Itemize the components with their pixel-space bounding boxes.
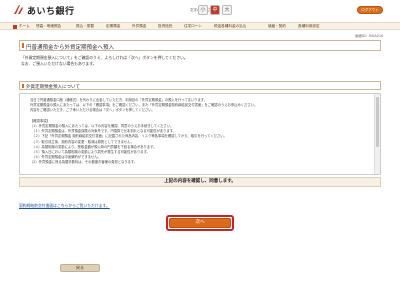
fontsize-medium-button[interactable]: 中 <box>210 5 220 15</box>
header: あいち銀行 文字の大きさ 小 中 大 ログアウト <box>0 0 400 22</box>
intro-line-2: なお、ご預入いただけない場合もあります。 <box>21 61 97 66</box>
nav-item-investment-trust[interactable]: 投資信託 <box>158 24 172 29</box>
screen-id: 画面ID：BGA010 <box>355 34 384 38</box>
consent-statement: 上記の内容を確認し、同意します。 <box>19 177 381 187</box>
section-title: 外貨定期預金預入について <box>26 84 80 90</box>
nav-item-contracts[interactable]: 諸届・契約 <box>268 24 286 29</box>
next-button[interactable]: 次へ <box>169 218 231 228</box>
terms-line: （2）外貨預金に係る為替手数料は、その都度お客様の負担となります。 <box>30 160 138 165</box>
bank-logo-icon <box>14 5 23 14</box>
nav-item-tax-payment[interactable]: 税金各種料金の払込 <box>214 24 246 29</box>
fontsize-large-button[interactable]: 大 <box>222 5 232 15</box>
fontsize-small-button[interactable]: 小 <box>198 5 208 15</box>
nav-item-time-deposit[interactable]: 定期預金 <box>106 24 120 29</box>
home-icon[interactable] <box>13 24 17 29</box>
back-button[interactable]: 戻る <box>60 264 100 272</box>
pdf-document-link[interactable]: 契約締結前交付書面はこちらからご覧いただけます。 <box>19 203 110 209</box>
page-title-box: 円普通預金から外貨定期預金へ預入 <box>19 40 381 51</box>
section-header: 外貨定期預金預入について <box>19 81 381 90</box>
terms-content: 当日で円普通預金口座（通帳式）を代わりに出金していただき、利用目の「外貨定期預金… <box>30 98 366 166</box>
section-accent-bar <box>22 84 24 88</box>
nav-item-balance[interactable]: 残高・明細照会 <box>36 24 61 29</box>
nav-item-foreign-deposit[interactable]: 外貨預金 <box>132 24 146 29</box>
bank-logo-text: あいち銀行 <box>27 7 75 17</box>
title-accent-bar <box>22 43 24 48</box>
page-title: 円普通預金から外貨定期預金へ預入 <box>26 45 115 51</box>
terms-scrollbar[interactable] <box>374 94 380 174</box>
logout-button[interactable]: ログアウト <box>357 6 383 14</box>
nav-item-transfer[interactable]: 振込・振替 <box>76 24 94 29</box>
nav-item-housing-loan[interactable]: 住宅ローン <box>184 24 202 29</box>
nav-item-settings[interactable]: 各種利用設定 <box>298 24 320 29</box>
main-nav: ホーム 残高・明細照会 振込・振替 定期預金 外貨預金 投資信託 住宅ローン 税… <box>0 22 400 30</box>
terms-scroll-box[interactable]: 当日で円普通預金口座（通帳式）を代わりに出金していただき、利用目の「外貨定期預金… <box>19 93 381 175</box>
terms-scrollbar-thumb[interactable] <box>376 97 379 147</box>
nav-item-home[interactable]: ホーム <box>19 24 30 29</box>
intro-text: 「外貨定期預金預入について」をご確認のうえ、よろしければ「次へ」ボタンを押してく… <box>21 55 188 67</box>
